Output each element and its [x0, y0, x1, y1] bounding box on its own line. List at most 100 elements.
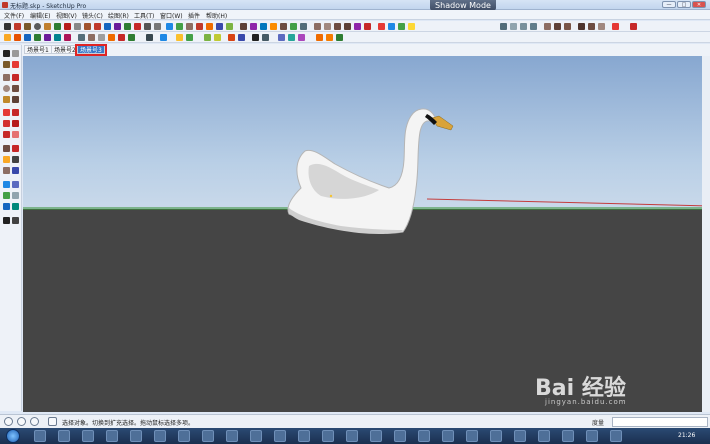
dimension-icon[interactable]	[204, 34, 211, 41]
user-icon[interactable]	[30, 417, 39, 426]
text-icon[interactable]	[114, 23, 121, 30]
right-view-icon[interactable]	[44, 34, 51, 41]
look-left-icon[interactable]	[12, 217, 19, 224]
help-icon[interactable]	[48, 417, 57, 426]
back-view-icon[interactable]	[54, 34, 61, 41]
left-view-icon[interactable]	[64, 34, 71, 41]
scale-left-icon[interactable]	[3, 131, 10, 138]
layer-icon[interactable]	[250, 23, 257, 30]
fog-icon[interactable]	[270, 23, 277, 30]
menu-view[interactable]: 视图(V)	[56, 11, 77, 20]
standard-view-icon[interactable]	[4, 34, 11, 41]
camera-icon[interactable]	[166, 23, 173, 30]
taskbar-app-22-icon[interactable]	[610, 430, 622, 442]
geo-location-icon[interactable]	[4, 417, 13, 426]
viewport-scrollbar[interactable]	[702, 56, 710, 412]
lasso-icon[interactable]	[12, 50, 19, 57]
walk-icon[interactable]	[176, 23, 183, 30]
sandbox-icon[interactable]	[206, 23, 213, 30]
menu-plugins[interactable]: 插件	[188, 11, 200, 20]
orbit-left-icon[interactable]	[3, 181, 10, 188]
solid-tools-icon[interactable]	[186, 34, 193, 41]
arc-left-icon[interactable]	[12, 85, 19, 92]
eraser-icon[interactable]	[94, 23, 101, 30]
circle-icon[interactable]	[34, 23, 41, 30]
plugin-icon-13[interactable]	[520, 23, 527, 30]
menu-draw[interactable]: 绘图(R)	[108, 11, 129, 20]
explode-icon[interactable]	[298, 34, 305, 41]
geolocation-icon[interactable]	[290, 23, 297, 30]
close-button[interactable]: ✕	[692, 1, 706, 8]
followme-left-icon[interactable]	[12, 120, 19, 127]
taskbar-app-4-icon[interactable]	[178, 430, 190, 442]
zoom-window-left-icon[interactable]	[12, 192, 19, 199]
terrain-icon[interactable]	[226, 23, 233, 30]
plugin-icon-11[interactable]	[500, 23, 507, 30]
warehouse-icon[interactable]	[300, 23, 307, 30]
taskbar-app-1-icon[interactable]	[106, 430, 118, 442]
taskbar-app-14-icon[interactable]	[418, 430, 430, 442]
shaded-icon[interactable]	[108, 34, 115, 41]
front-view-icon[interactable]	[34, 34, 41, 41]
iso-view-icon[interactable]	[14, 34, 21, 41]
start-button[interactable]	[6, 429, 20, 443]
pan-left-icon[interactable]	[12, 181, 19, 188]
camera-position-icon[interactable]	[146, 34, 153, 41]
offset-icon[interactable]	[74, 23, 81, 30]
push-pull-icon[interactable]	[44, 23, 51, 30]
paint-icon[interactable]	[316, 34, 323, 41]
taskbar-app-10-icon[interactable]	[322, 430, 334, 442]
xray-icon[interactable]	[78, 34, 85, 41]
taskbar-app-8-icon[interactable]	[274, 430, 286, 442]
zoom-extents-left-icon[interactable]	[3, 203, 10, 210]
rotate-icon[interactable]	[64, 23, 71, 30]
plugin-icon-18[interactable]	[578, 23, 585, 30]
tape-left-icon[interactable]	[3, 145, 10, 152]
pushpull-left-icon[interactable]	[12, 109, 19, 116]
soften-icon[interactable]	[336, 34, 343, 41]
taskbar-app-2-icon[interactable]	[130, 430, 142, 442]
plugin-icon-7[interactable]	[378, 23, 385, 30]
move-icon[interactable]	[54, 23, 61, 30]
select-tool-icon[interactable]	[4, 23, 11, 30]
rect-left-icon[interactable]	[3, 74, 10, 81]
taskbar-app-12-icon[interactable]	[370, 430, 382, 442]
menu-edit[interactable]: 编辑(E)	[30, 11, 50, 20]
taskbar-app-13-icon[interactable]	[394, 430, 406, 442]
menu-help[interactable]: 帮助(H)	[206, 11, 227, 20]
offset-left-icon[interactable]	[12, 131, 19, 138]
measurements-input[interactable]	[612, 417, 708, 427]
plugin-icon-5[interactable]	[354, 23, 361, 30]
circle-left-icon[interactable]	[3, 85, 10, 92]
taskbar-app-17-icon[interactable]	[490, 430, 502, 442]
axes-icon[interactable]	[228, 34, 235, 41]
axes-left-icon[interactable]	[3, 167, 10, 174]
dimension-left-icon[interactable]	[12, 145, 19, 152]
taskbar-app-6-icon[interactable]	[226, 430, 238, 442]
plugin-icon-8[interactable]	[388, 23, 395, 30]
shaded-textures-icon[interactable]	[118, 34, 125, 41]
taskbar-explorer-icon[interactable]	[58, 430, 70, 442]
paint-bucket-icon[interactable]	[84, 23, 91, 30]
hidden-line-icon[interactable]	[98, 34, 105, 41]
taskbar-app-11-icon[interactable]	[346, 430, 358, 442]
monochrome-icon[interactable]	[128, 34, 135, 41]
credits-icon[interactable]	[17, 417, 26, 426]
3dtext-left-icon[interactable]	[12, 167, 19, 174]
taskbar-app-3-icon[interactable]	[154, 430, 166, 442]
plugin-icon-21[interactable]	[612, 23, 619, 30]
plugin-icon-22[interactable]	[630, 23, 637, 30]
move-left-icon[interactable]	[3, 109, 10, 116]
taskbar-app-20-icon[interactable]	[562, 430, 574, 442]
tab-scene-1[interactable]: 场景号1	[24, 45, 52, 54]
3d-text-icon[interactable]	[238, 34, 245, 41]
plugin-icon-9[interactable]	[398, 23, 405, 30]
plugin-icon-17[interactable]	[564, 23, 571, 30]
protractor-icon[interactable]	[214, 34, 221, 41]
polygon-left-icon[interactable]	[3, 96, 10, 103]
plugin-icon-6[interactable]	[364, 23, 371, 30]
tape-measure-icon[interactable]	[104, 23, 111, 30]
follow-me-icon[interactable]	[160, 34, 167, 41]
walk-left-icon[interactable]	[3, 217, 10, 224]
plugin-icon-3[interactable]	[334, 23, 341, 30]
